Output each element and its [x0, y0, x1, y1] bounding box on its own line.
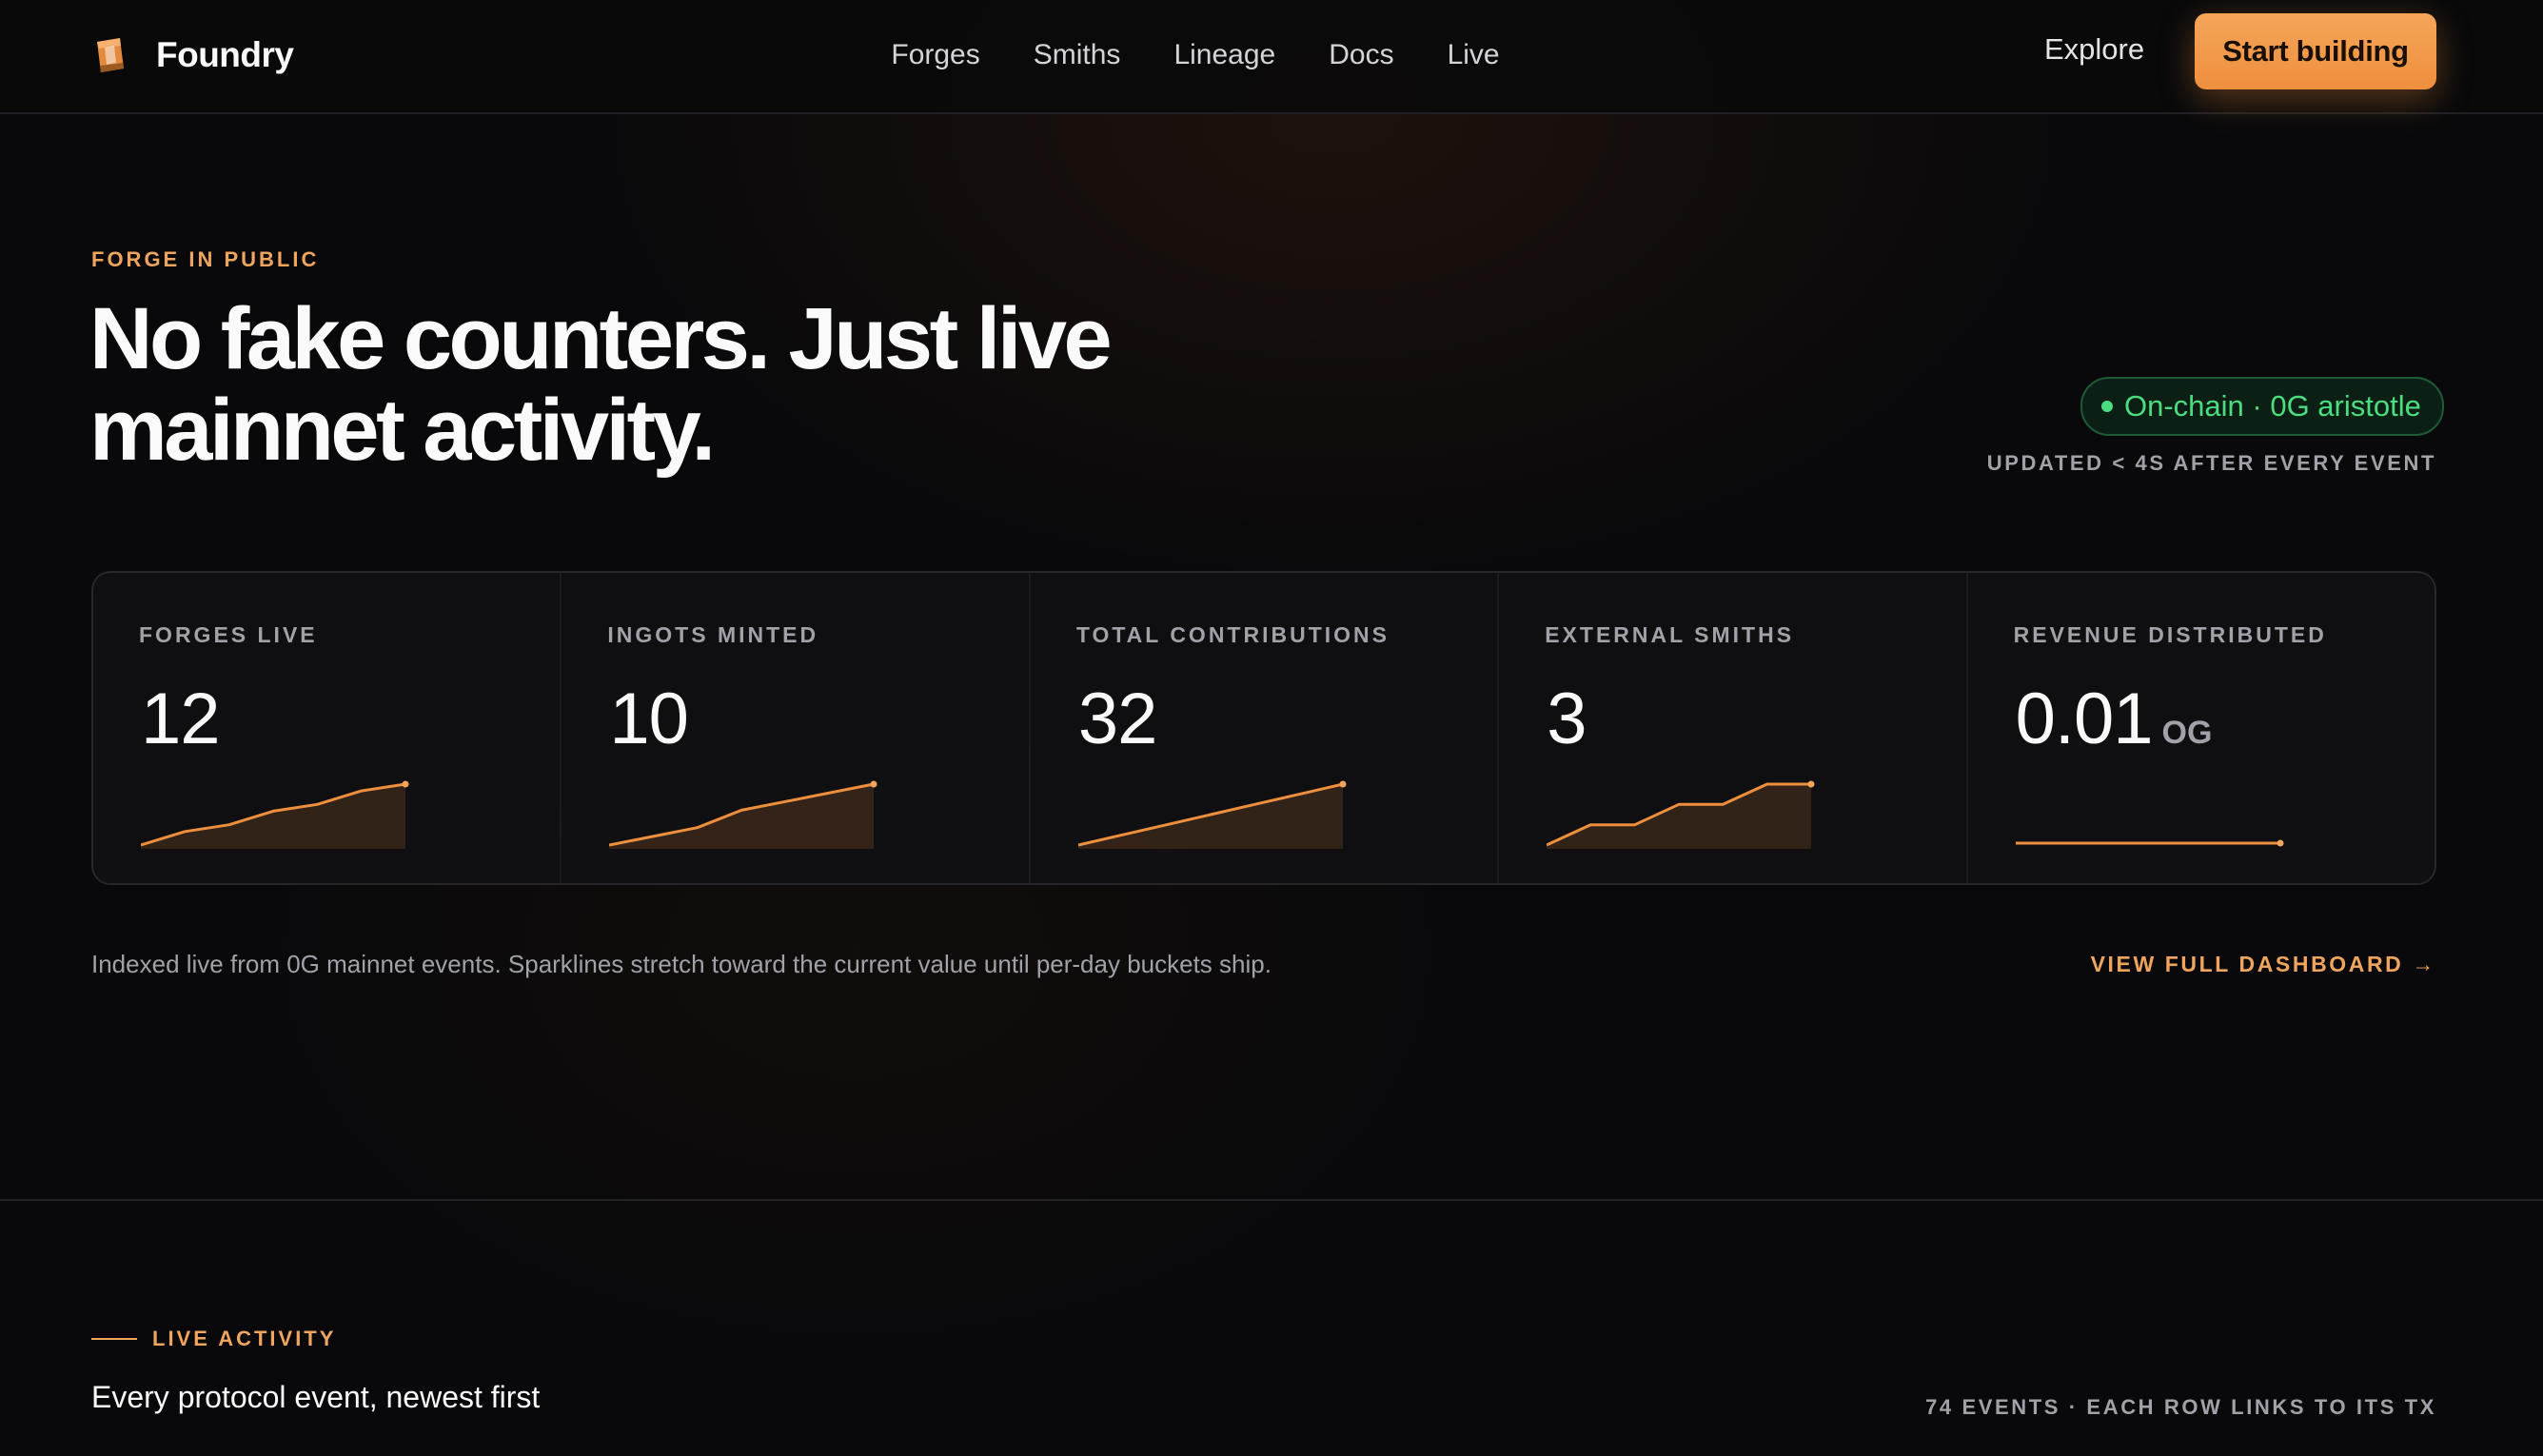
- sparkline-area: [1547, 784, 1812, 849]
- chain-status-text: On-chain · 0G aristotle: [2124, 389, 2421, 423]
- stat-value: 0.01 OG: [2016, 678, 2213, 760]
- main-nav: Forges Smiths Lineage Docs Live: [0, 29, 2543, 82]
- stat-unit: OG: [2161, 715, 2213, 751]
- sparkline: [141, 780, 409, 849]
- live-activity-title: Every protocol event, newest first: [91, 1380, 541, 1414]
- stat-ingots-minted: INGOTS MINTED 10: [562, 573, 1031, 883]
- stat-label: EXTERNAL SMITHS: [1545, 622, 1795, 647]
- stat-revenue-distributed: REVENUE DISTRIBUTED 0.01 OG: [1968, 573, 2435, 883]
- section-divider: [0, 1199, 2543, 1201]
- sparkline-end-dot: [870, 780, 877, 788]
- live-activity-label: LIVE ACTIVITY: [152, 1327, 337, 1350]
- stats-footnote: Indexed live from 0G mainnet events. Spa…: [91, 950, 1272, 978]
- brand-logo[interactable]: Foundry: [91, 29, 294, 82]
- nav-link-docs[interactable]: Docs: [1329, 39, 1393, 71]
- stats-card: FORGES LIVE 12 INGOTS MINTED 10 TOTAL CO…: [91, 571, 2436, 885]
- explore-link[interactable]: Explore: [2044, 32, 2144, 67]
- stat-forges-live: FORGES LIVE 12: [93, 573, 562, 883]
- sparkline: [1547, 780, 1815, 849]
- brand-name: Foundry: [156, 35, 294, 74]
- stat-number: 3: [1547, 679, 1587, 759]
- status-dot-icon: [2101, 401, 2113, 412]
- sparkline: [2015, 839, 2284, 847]
- stat-number: 10: [609, 679, 689, 759]
- stat-label: REVENUE DISTRIBUTED: [2013, 622, 2327, 647]
- sparkline-area: [609, 784, 875, 849]
- stat-value: 3: [1547, 678, 1587, 760]
- hero-title: No fake counters. Just live mainnet acti…: [89, 290, 1113, 479]
- sparkline-end-dot: [1339, 780, 1347, 788]
- sparkline-end-dot: [1807, 780, 1815, 788]
- stat-external-smiths: EXTERNAL SMITHS 3: [1499, 573, 1968, 883]
- hero-eyebrow: FORGE IN PUBLIC: [91, 247, 320, 271]
- stat-label: INGOTS MINTED: [607, 622, 819, 647]
- view-full-dashboard-link[interactable]: VIEW FULL DASHBOARD →: [2091, 952, 2436, 977]
- sparkline: [609, 780, 877, 849]
- start-building-button[interactable]: Start building: [2195, 13, 2436, 89]
- nav-link-live[interactable]: Live: [1448, 39, 1500, 71]
- sparkline-end-dot: [402, 780, 409, 788]
- stat-total-contributions: TOTAL CONTRIBUTIONS 32: [1031, 573, 1500, 883]
- nav-link-forges[interactable]: Forges: [891, 39, 979, 71]
- stat-number: 12: [141, 679, 221, 759]
- update-latency-note: UPDATED < 4S AFTER EVERY EVENT: [1986, 451, 2436, 475]
- sparkline: [1077, 780, 1347, 849]
- stat-label: FORGES LIVE: [139, 622, 318, 647]
- stat-value: 10: [609, 678, 689, 760]
- chain-status-badge: On-chain · 0G aristotle: [2080, 377, 2444, 436]
- ingot-logo-icon: [91, 36, 129, 74]
- nav-link-smiths[interactable]: Smiths: [1034, 39, 1121, 71]
- live-activity-eyebrow: LIVE ACTIVITY: [91, 1327, 336, 1351]
- stat-label: TOTAL CONTRIBUTIONS: [1075, 622, 1390, 647]
- stat-number: 0.01: [2015, 679, 2154, 759]
- live-activity-meta: 74 EVENTS · EACH ROW LINKS TO ITS TX: [1925, 1395, 2436, 1419]
- top-navigation-bar: Foundry Forges Smiths Lineage Docs Live …: [0, 0, 2543, 114]
- nav-link-lineage[interactable]: Lineage: [1173, 39, 1275, 71]
- sparkline-area: [141, 784, 405, 849]
- sparkline-end-dot: [2277, 839, 2284, 847]
- accent-line: [91, 1338, 137, 1340]
- stat-value: 12: [141, 678, 221, 760]
- stat-number: 32: [1077, 679, 1158, 759]
- stat-value: 32: [1077, 678, 1158, 760]
